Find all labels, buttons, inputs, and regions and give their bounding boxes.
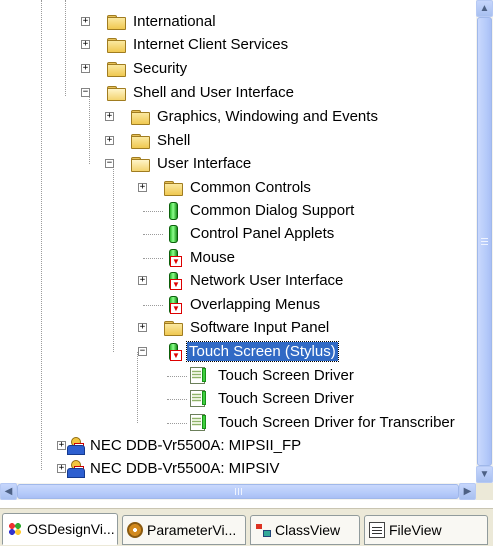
expand-icon[interactable]: + [81,17,90,26]
tree-item-label: Internet Client Services [133,36,289,53]
tab-label: ClassView [275,522,341,538]
folder-icon [130,132,150,149]
collapse-icon[interactable]: − [105,159,114,168]
tab-label: ParameterVi... [147,522,237,538]
collapse-icon[interactable]: − [81,88,90,97]
tab-file-view[interactable]: FileView [364,515,488,545]
tree-item-label: Network User Interface [190,272,344,289]
tree-item-label: Shell and User Interface [133,84,294,101]
horizontal-scrollbar[interactable]: ◀ ▶ [0,483,476,500]
tree-guide-line [143,258,163,259]
tree-item-label: Shell [157,132,191,149]
component-included-icon [163,249,183,267]
file-icon [369,522,385,538]
scroll-right-icon[interactable]: ▶ [459,483,476,500]
tab-class-view[interactable]: ClassView [250,515,360,545]
component-included-icon [163,296,183,314]
scroll-down-icon[interactable]: ▼ [476,466,493,483]
component-icon [163,225,183,243]
folder-icon [163,319,183,336]
expand-icon[interactable]: + [138,183,147,192]
bsp-icon: × [65,437,85,455]
tree-guide-line [143,234,163,235]
expand-icon[interactable]: + [81,40,90,49]
driver-file-icon [187,414,207,431]
tree-item-label: NEC DDB-Vr5500A: MIPSIV [90,460,280,477]
tree-guide-line [89,96,90,164]
tree-item-label: Security [133,60,188,77]
open-folder-icon [106,84,126,101]
vertical-scroll-thumb[interactable] [477,17,492,466]
tab-label: OSDesignVi... [27,521,115,537]
expand-icon[interactable]: + [81,64,90,73]
tree-item-label: Overlapping Menus [190,296,321,313]
component-included-icon [163,272,183,290]
tree-guide-line [65,0,66,96]
driver-file-icon [187,390,207,407]
horizontal-scroll-thumb[interactable] [17,484,459,499]
class-icon [255,522,271,538]
tree-guide-line [143,211,163,212]
bsp-icon: × [65,460,85,478]
scroll-left-icon[interactable]: ◀ [0,483,17,500]
tree-guide-line [167,399,187,400]
folder-icon [106,36,126,53]
view-tab-strip: OSDesignVi... ParameterVi... ClassView F… [0,508,493,546]
tab-label: FileView [389,522,442,538]
tree-guide-line [137,352,138,423]
driver-file-icon [187,367,207,384]
tree-guide-line [113,164,114,352]
collapse-icon[interactable]: − [138,347,147,356]
tree-pane: + International + Internet Client Servic… [0,0,493,508]
os-design-icon [7,521,23,537]
tree-item-label: International [133,13,216,30]
tree-item-label: Common Controls [190,179,311,196]
tree-guide-line [167,376,187,377]
tree-guide-line [143,305,163,306]
tree-item-label: Touch Screen Driver for Transcriber [218,414,455,431]
tab-parameter-view[interactable]: ParameterVi... [122,515,246,545]
tree-item-label: Touch Screen Driver [218,367,354,384]
tree-guide-line [41,0,42,470]
expand-icon[interactable]: + [105,112,114,121]
tree-item-label: Software Input Panel [190,319,330,336]
component-included-icon [163,343,183,361]
folder-icon [106,60,126,77]
tree-item-label-selected: Touch Screen (Stylus) [186,341,339,362]
tree-item-label: Common Dialog Support [190,202,355,219]
folder-icon [130,108,150,125]
expand-icon[interactable]: + [105,136,114,145]
vertical-scrollbar[interactable]: ▲ ▼ [476,0,493,483]
catalog-window: + International + Internet Client Servic… [0,0,493,546]
parameter-icon [127,522,143,538]
catalog-tree[interactable]: + International + Internet Client Servic… [0,0,476,483]
open-folder-icon [130,155,150,172]
tree-item-label: Control Panel Applets [190,225,335,242]
tree-item-label: Mouse [190,249,236,266]
folder-icon [106,13,126,30]
tree-item-label: NEC DDB-Vr5500A: MIPSII_FP [90,437,302,454]
tree-item-label: Touch Screen Driver [218,390,354,407]
tab-os-design-view[interactable]: OSDesignVi... [2,513,118,545]
tree-item-label: User Interface [157,155,252,172]
expand-icon[interactable]: + [138,323,147,332]
tree-item-label: Graphics, Windowing and Events [157,108,378,125]
component-icon [163,202,183,220]
tree-guide-line [167,423,187,424]
expand-icon[interactable]: + [138,276,147,285]
scroll-up-icon[interactable]: ▲ [476,0,493,17]
scrollbar-corner [476,483,493,500]
folder-icon [163,179,183,196]
